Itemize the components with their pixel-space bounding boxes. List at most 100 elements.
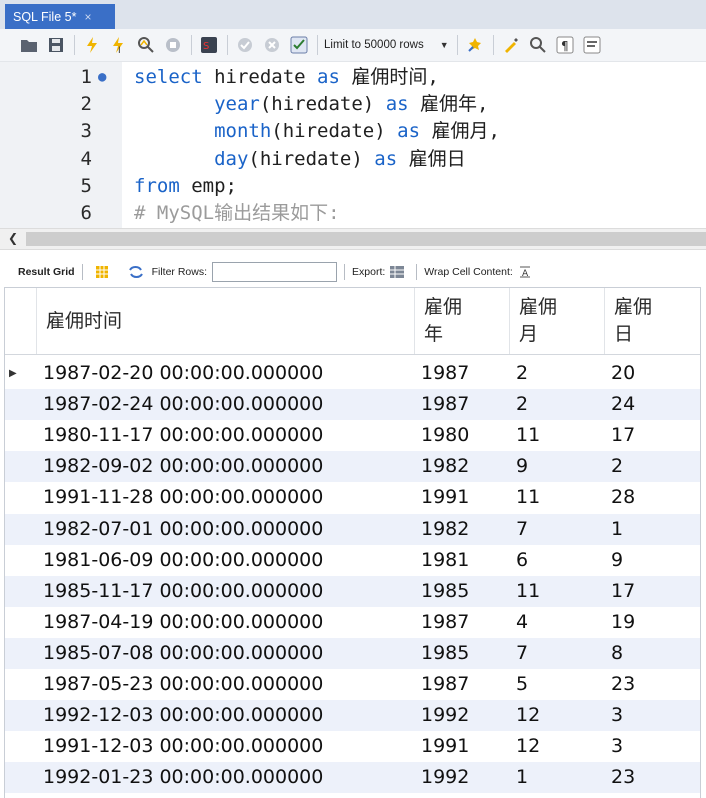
col-hire-day-cell[interactable]: 17 [611,576,700,607]
col-hire-time-cell[interactable]: 1987-02-24 00:00:00.000000 [43,389,415,420]
col-hire-time-header[interactable]: 雇佣时间 [37,288,415,354]
commit-icon[interactable] [234,34,256,56]
col-hire-year-cell[interactable]: 1987 [421,607,510,638]
col-hire-year-cell[interactable]: 1992 [421,762,510,793]
col-hire-time-cell[interactable]: 1992-01-23 00:00:00.000000 [43,762,415,793]
col-hire-month-cell[interactable]: 7 [516,514,605,545]
code-line[interactable]: 6 # MySQL输出结果如下: [0,200,706,227]
save-icon[interactable] [45,34,67,56]
col-hire-time-cell[interactable]: 1982-09-02 00:00:00.000000 [43,451,415,482]
table-row[interactable]: 1992-12-03 00:00:00.000000 1992 12 3 [5,700,700,732]
col-hire-time-cell[interactable]: 1985-11-17 00:00:00.000000 [43,576,415,607]
col-hire-year-cell[interactable]: 1985 [421,638,510,669]
col-hire-year-cell[interactable]: 1987 [421,669,510,700]
col-hire-year-cell[interactable]: 1987 [421,358,510,389]
editor-horizontal-scrollbar[interactable]: ❮ [0,228,706,250]
wrap-icon[interactable] [581,34,603,56]
beautify-icon[interactable] [464,34,486,56]
result-grid-tab[interactable]: Result Grid [18,266,75,278]
col-hire-month-cell[interactable]: 12 [516,731,605,762]
col-hire-time-cell[interactable]: 1982-07-01 00:00:00.000000 [43,514,415,545]
col-hire-year-cell[interactable]: 1992 [421,700,510,731]
col-hire-day-cell[interactable]: 20 [611,358,700,389]
col-hire-month-cell[interactable]: 11 [516,576,605,607]
col-hire-time-cell[interactable]: 1987-02-20 00:00:00.000000 [43,358,415,389]
stop-icon[interactable] [162,34,184,56]
col-hire-day-cell[interactable]: 19 [611,607,700,638]
col-hire-time-cell[interactable]: 1992-12-03 00:00:00.000000 [43,700,415,731]
sql-editor[interactable]: 1 ● select hiredate as 雇佣时间, 2 year(hiredat… [0,62,706,228]
col-hire-day-cell[interactable]: 3 [611,700,700,731]
col-hire-day-cell[interactable]: 2 [611,451,700,482]
rollback-icon[interactable] [261,34,283,56]
col-hire-time-cell[interactable]: 1981-06-09 00:00:00.000000 [43,545,415,576]
col-hire-month-cell[interactable]: 1 [516,762,605,793]
col-hire-year-cell[interactable]: 1991 [421,731,510,762]
table-row[interactable]: 1987-02-24 00:00:00.000000 1987 2 24 [5,389,700,421]
tab-sql-file[interactable]: SQL File 5* × [5,4,115,29]
col-hire-month-cell[interactable]: 11 [516,482,605,513]
find-icon[interactable] [527,34,549,56]
col-hire-day-header[interactable]: 雇佣日 [605,288,700,354]
code-line[interactable]: 4 day(hiredate) as 雇佣日 [0,146,706,173]
table-row[interactable]: 1980-11-17 00:00:00.000000 1980 11 17 [5,420,700,451]
brush-icon[interactable] [500,34,522,56]
col-hire-day-cell[interactable]: 23 [611,669,700,700]
col-hire-day-cell[interactable]: 1 [611,514,700,545]
col-hire-month-cell[interactable]: 9 [516,451,605,482]
col-hire-month-cell[interactable]: 12 [516,700,605,731]
table-row[interactable]: 1982-07-01 00:00:00.000000 1982 7 1 [5,513,700,545]
limit-rows-select[interactable]: Limit to 50000 rows ▼ [324,39,449,51]
col-hire-year-cell[interactable]: 1981 [421,545,510,576]
col-hire-month-cell[interactable]: 4 [516,607,605,638]
code-line[interactable]: 3 month(hiredate) as 雇佣月, [0,118,706,145]
col-hire-day-cell[interactable]: 28 [611,482,700,513]
table-row[interactable]: 1985-07-08 00:00:00.000000 1985 7 8 [5,637,700,669]
table-row[interactable]: 1982-09-02 00:00:00.000000 1982 9 2 [5,451,700,483]
col-hire-month-cell[interactable]: 7 [516,638,605,669]
table-row[interactable]: ▶ 1987-02-20 00:00:00.000000 1987 2 20 [5,358,700,389]
col-hire-time-cell[interactable]: 1987-05-23 00:00:00.000000 [43,669,415,700]
col-hire-time-cell[interactable]: 1987-04-19 00:00:00.000000 [43,607,415,638]
col-hire-month-cell[interactable]: 2 [516,358,605,389]
execute-current-icon[interactable]: I [108,34,130,56]
autocommit-icon[interactable] [288,34,310,56]
scrollbar-thumb[interactable] [26,232,706,246]
table-row[interactable]: 1981-06-09 00:00:00.000000 1981 6 9 [5,545,700,576]
table-row[interactable]: 1991-11-28 00:00:00.000000 1991 11 28 [5,482,700,513]
col-hire-time-cell[interactable]: 1980-11-17 00:00:00.000000 [43,420,415,451]
col-hire-year-cell[interactable]: 1980 [421,420,510,451]
col-hire-year-cell[interactable]: 1987 [421,389,510,420]
col-hire-time-cell[interactable]: 1991-11-28 00:00:00.000000 [43,482,415,513]
table-row[interactable]: 1987-04-19 00:00:00.000000 1987 4 19 [5,607,700,638]
explain-icon[interactable] [135,34,157,56]
col-hire-time-cell[interactable]: 1991-12-03 00:00:00.000000 [43,731,415,762]
col-hire-time-cell[interactable]: 1985-07-08 00:00:00.000000 [43,638,415,669]
table-row[interactable]: 1992-01-23 00:00:00.000000 1992 1 23 [5,762,700,794]
col-hire-year-cell[interactable]: 1985 [421,576,510,607]
code-line[interactable]: 1 ● select hiredate as 雇佣时间, [0,64,706,91]
col-hire-day-cell[interactable]: 24 [611,389,700,420]
execute-icon[interactable] [81,34,103,56]
table-row[interactable]: 1987-05-23 00:00:00.000000 1987 5 23 [5,669,700,700]
col-hire-year-cell[interactable]: 1982 [421,514,510,545]
filter-rows-input[interactable] [212,262,338,282]
table-row[interactable]: 1991-12-03 00:00:00.000000 1991 12 3 [5,731,700,762]
code-line[interactable]: 5 from emp; [0,173,706,200]
col-hire-month-cell[interactable]: 5 [516,669,605,700]
col-hire-year-cell[interactable]: 1991 [421,482,510,513]
invisible-chars-icon[interactable]: ¶ [554,34,576,56]
wrap-cell-icon[interactable]: A [517,264,533,280]
col-hire-year-header[interactable]: 雇佣年 [415,288,510,354]
refresh-icon[interactable] [128,264,144,280]
open-folder-icon[interactable] [18,34,40,56]
toggle-output-icon[interactable]: S [198,34,220,56]
col-hire-month-cell[interactable]: 2 [516,389,605,420]
col-hire-day-cell[interactable]: 8 [611,638,700,669]
close-icon[interactable]: × [84,10,91,24]
col-hire-day-cell[interactable]: 17 [611,420,700,451]
col-hire-year-cell[interactable]: 1982 [421,451,510,482]
col-hire-day-cell[interactable]: 23 [611,762,700,793]
chevron-left-icon[interactable]: ❮ [8,231,18,245]
col-hire-day-cell[interactable]: 3 [611,731,700,762]
